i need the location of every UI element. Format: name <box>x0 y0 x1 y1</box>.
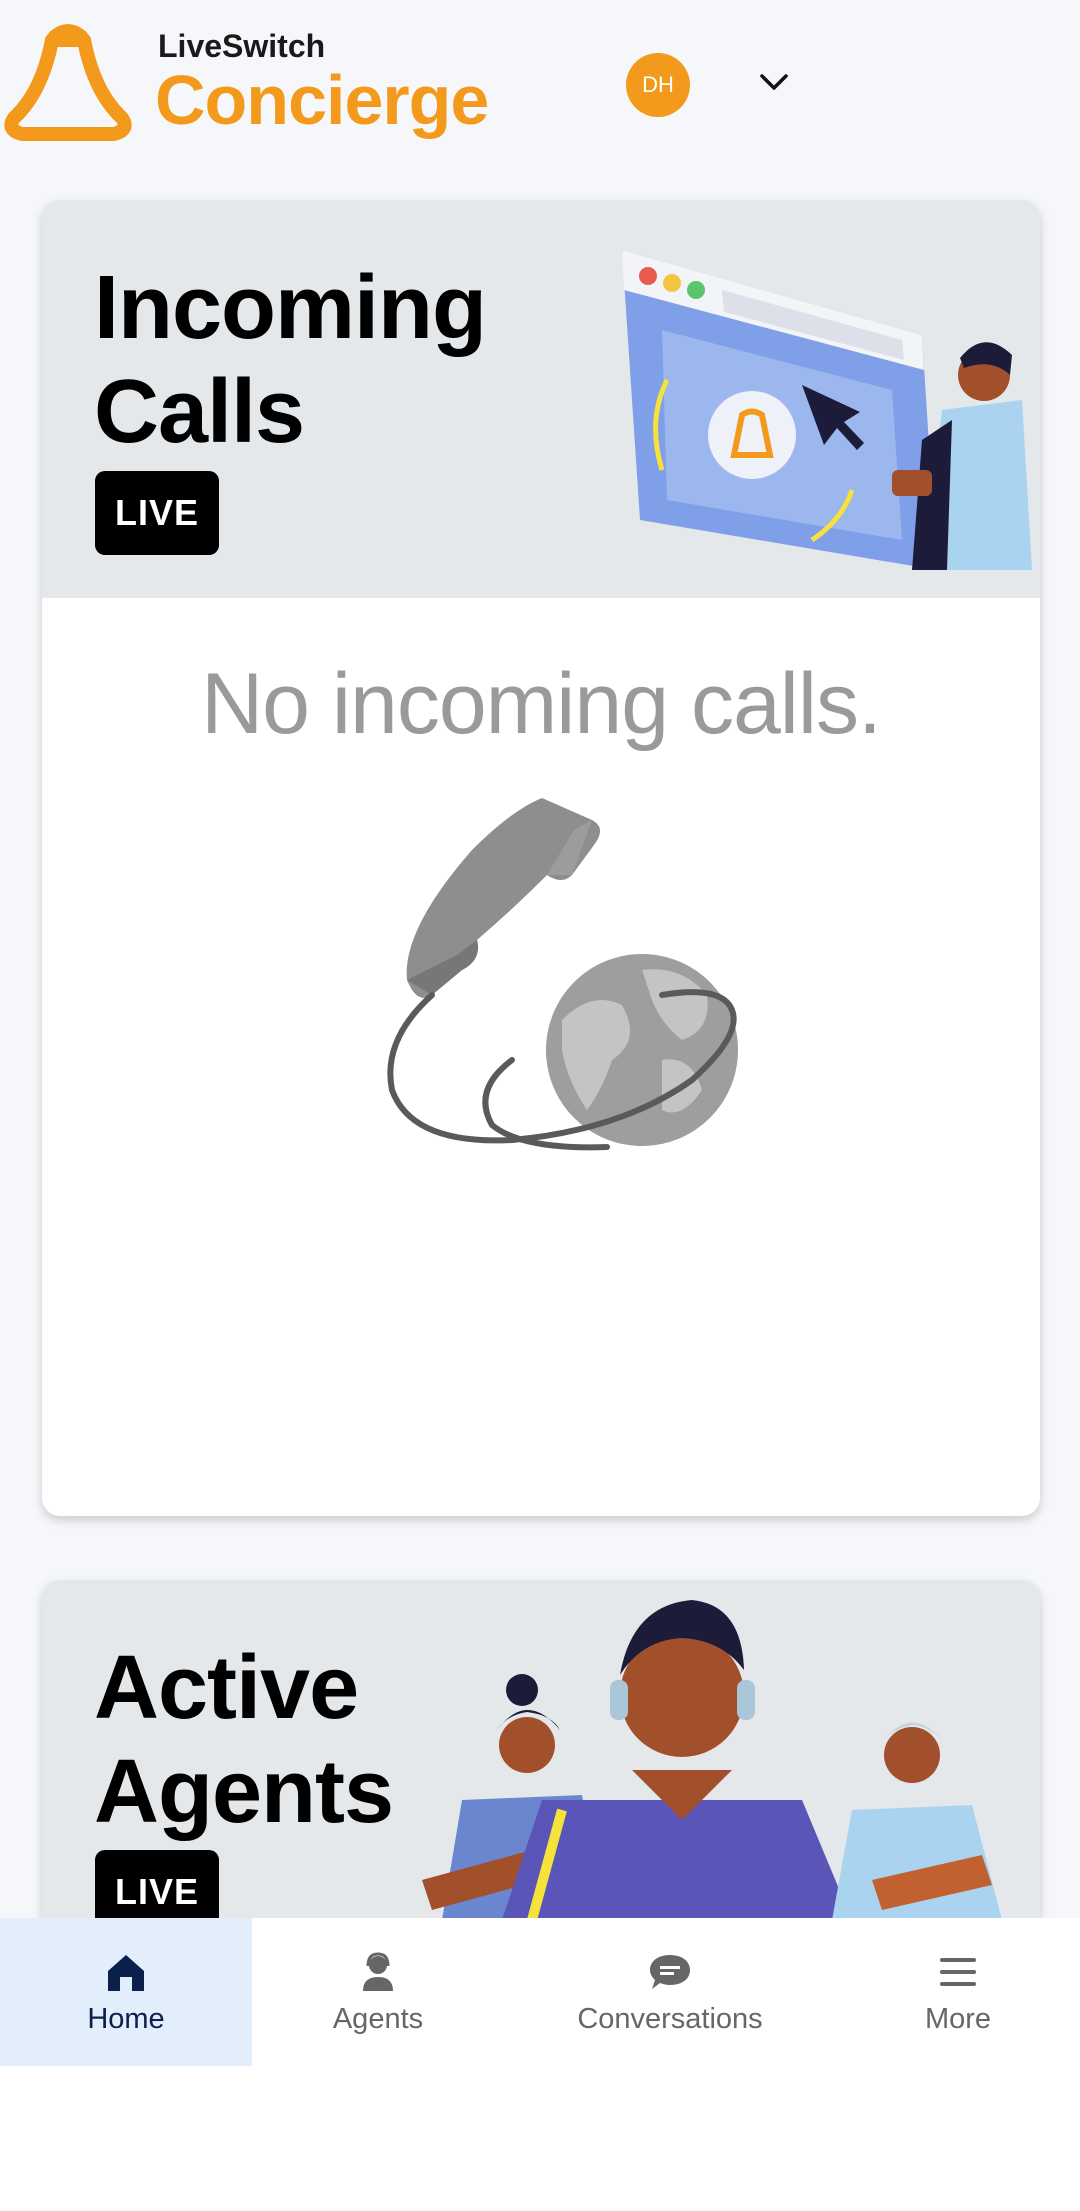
chat-bubble-icon <box>650 1954 690 1989</box>
blank-area <box>0 2066 1080 2211</box>
nav-conversations-label: Conversations <box>577 2002 763 2035</box>
nav-agents[interactable]: Agents <box>252 1918 504 2066</box>
title-line-2: Calls <box>94 362 305 462</box>
agents-illustration-icon <box>422 1600 1002 1920</box>
nav-agents-label: Agents <box>332 2002 424 2035</box>
empty-state-message: No incoming calls. <box>201 656 882 752</box>
home-icon <box>108 1954 144 1991</box>
incoming-calls-header: Incoming Calls LIVE <box>42 200 1040 598</box>
chevron-down-icon[interactable] <box>758 70 790 94</box>
incoming-calls-title: Incoming Calls <box>94 256 487 464</box>
agent-icon <box>363 1951 393 1991</box>
menu-icon <box>940 1957 976 1986</box>
nav-more-label: More <box>924 2002 992 2035</box>
active-agents-title: Active Agents <box>94 1636 394 1844</box>
bell-logo-icon <box>4 24 132 141</box>
browser-illustration-icon <box>622 250 1032 570</box>
title-line-1: Incoming <box>94 258 487 358</box>
brand-wordmark: Concierge <box>155 61 489 139</box>
nav-more[interactable]: More <box>836 1918 1080 2066</box>
nav-home-label: Home <box>87 2002 165 2035</box>
app-header: LiveSwitch Concierge DH <box>0 0 1080 180</box>
incoming-calls-card: Incoming Calls LIVE No incoming calls. <box>42 200 1040 1516</box>
live-badge: LIVE <box>95 471 219 555</box>
phone-globe-icon <box>387 798 738 1151</box>
avatar[interactable]: DH <box>626 53 690 117</box>
title-line-2: Agents <box>94 1742 394 1842</box>
title-line-1: Active <box>94 1638 359 1738</box>
nav-conversations[interactable]: Conversations <box>504 1918 836 2066</box>
bottom-navigation: Home Agents Conversations More <box>0 1918 1080 2066</box>
nav-home[interactable]: Home <box>0 1918 252 2066</box>
